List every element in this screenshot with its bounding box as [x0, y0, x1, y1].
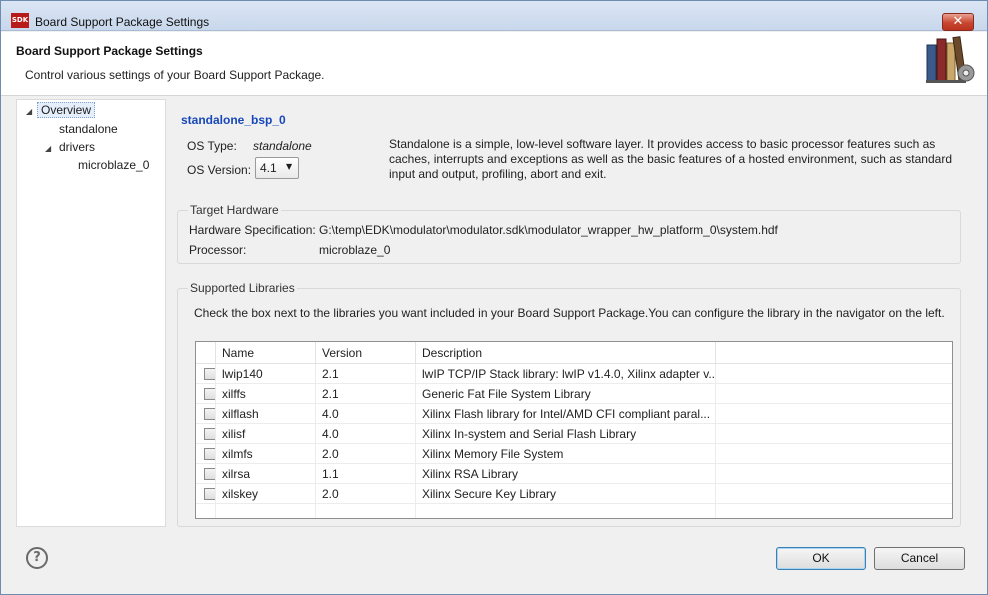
- title-bar: SDK Board Support Package Settings ✕: [1, 1, 987, 31]
- library-extra: [716, 364, 952, 384]
- library-description: Xilinx Secure Key Library: [416, 484, 716, 504]
- os-description: Standalone is a simple, low-level softwa…: [389, 137, 952, 181]
- library-version: 2.1: [316, 364, 416, 384]
- checkbox-cell: [196, 444, 216, 464]
- library-extra: [716, 384, 952, 404]
- os-version-label: OS Version:: [187, 163, 252, 177]
- library-checkbox[interactable]: [204, 468, 215, 480]
- os-version-value: 4.1: [260, 161, 277, 175]
- table-row[interactable]: xilflash 4.0 Xilinx Flash library for Inte…: [196, 404, 952, 424]
- library-extra: [716, 484, 952, 504]
- library-checkbox[interactable]: [204, 408, 215, 420]
- ok-button[interactable]: OK: [776, 547, 866, 570]
- table-row[interactable]: xilffs 2.1 Generic Fat File System Library: [196, 384, 952, 404]
- libraries-instructions: Check the box next to the libraries you …: [194, 306, 945, 320]
- dialog-header: Board Support Package Settings Control v…: [1, 32, 987, 96]
- library-version: 2.0: [316, 444, 416, 464]
- supported-libraries-title: Supported Libraries: [188, 281, 297, 295]
- hardware-spec-label: Hardware Specification:: [189, 223, 316, 237]
- library-extra: [716, 444, 952, 464]
- library-name: xilffs: [216, 384, 316, 404]
- tree-item-label: Overview: [37, 102, 96, 118]
- dropdown-arrow-icon: ▼: [286, 162, 293, 171]
- column-header-name[interactable]: Name: [216, 342, 316, 364]
- table-row[interactable]: xilmfs 2.0 Xilinx Memory File System: [196, 444, 952, 464]
- tree-item-label: standalone: [59, 122, 118, 136]
- help-icon[interactable]: ?: [26, 547, 48, 569]
- tree-item-label: microblaze_0: [78, 158, 150, 172]
- column-header-empty: [716, 342, 952, 364]
- library-extra: [716, 464, 952, 484]
- expand-toggle-icon[interactable]: ◢: [26, 107, 32, 116]
- library-version: 4.0: [316, 424, 416, 444]
- tree-item-label: drivers: [59, 140, 96, 154]
- library-name: lwip140: [216, 364, 316, 384]
- library-checkbox[interactable]: [204, 428, 215, 440]
- library-version: 2.1: [316, 384, 416, 404]
- column-header-version[interactable]: Version: [316, 342, 416, 364]
- os-version-select[interactable]: 4.1 ▼: [255, 157, 299, 179]
- library-description: Xilinx Memory File System: [416, 444, 716, 464]
- checkbox-cell: [196, 384, 216, 404]
- tree-item-drivers[interactable]: drivers: [59, 140, 95, 154]
- library-description: Xilinx In-system and Serial Flash Librar…: [416, 424, 716, 444]
- header-description: Control various settings of your Board S…: [25, 68, 325, 82]
- libraries-table: Name Version Description lwip140 2.1 lwIP …: [195, 341, 953, 519]
- table-header: Name Version Description: [196, 342, 952, 364]
- checkbox-cell: [196, 364, 216, 384]
- library-name: xilrsa: [216, 464, 316, 484]
- table-row[interactable]: xilskey 2.0 Xilinx Secure Key Library: [196, 484, 952, 504]
- table-row[interactable]: xilisf 4.0 Xilinx In-system and Serial Fla…: [196, 424, 952, 444]
- library-version: 1.1: [316, 464, 416, 484]
- library-description: Generic Fat File System Library: [416, 384, 716, 404]
- library-name: xilflash: [216, 404, 316, 424]
- os-type-label: OS Type:: [187, 139, 237, 153]
- close-button[interactable]: ✕: [942, 13, 974, 31]
- processor-label: Processor:: [189, 243, 247, 257]
- bsp-name-heading: standalone_bsp_0: [181, 113, 286, 127]
- library-description: Xilinx Flash library for Intel/AMD CFI c…: [416, 404, 716, 424]
- processor-value: microblaze_0: [319, 243, 391, 257]
- library-extra: [716, 424, 952, 444]
- window-title: Board Support Package Settings: [35, 15, 210, 29]
- library-name: xilskey: [216, 484, 316, 504]
- library-version: 4.0: [316, 404, 416, 424]
- checkbox-cell: [196, 464, 216, 484]
- sdk-logo-icon: SDK: [11, 13, 29, 28]
- library-checkbox[interactable]: [204, 488, 215, 500]
- tree-item-overview[interactable]: Overview: [37, 102, 96, 118]
- tree-item-standalone[interactable]: standalone: [59, 122, 118, 136]
- header-title: Board Support Package Settings: [16, 44, 203, 58]
- tree-item-microblaze[interactable]: microblaze_0: [78, 158, 149, 172]
- navigator-tree: ◢ Overview standalone ◢ drivers microbla…: [16, 99, 166, 527]
- table-row[interactable]: lwip140 2.1 lwIP TCP/IP Stack library: lwI…: [196, 364, 952, 384]
- target-hardware-group: [177, 210, 961, 264]
- target-hardware-title: Target Hardware: [188, 203, 281, 217]
- library-name: xilisf: [216, 424, 316, 444]
- library-version: 2.0: [316, 484, 416, 504]
- table-row-empty: [196, 504, 952, 518]
- library-name: xilmfs: [216, 444, 316, 464]
- overview-panel: standalone_bsp_0 OS Type: standalone OS …: [167, 99, 977, 527]
- hardware-spec-value: G:\temp\EDK\modulator\modulator.sdk\modu…: [319, 223, 778, 237]
- os-type-value: standalone: [253, 139, 312, 153]
- table-row[interactable]: xilrsa 1.1 Xilinx RSA Library: [196, 464, 952, 484]
- library-description: Xilinx RSA Library: [416, 464, 716, 484]
- cancel-button[interactable]: Cancel: [874, 547, 965, 570]
- column-header-checkbox: [196, 342, 216, 364]
- expand-toggle-icon[interactable]: ◢: [45, 144, 51, 153]
- checkbox-cell: [196, 424, 216, 444]
- library-description: lwIP TCP/IP Stack library: lwIP v1.4.0, …: [416, 364, 716, 384]
- library-checkbox[interactable]: [204, 448, 215, 460]
- checkbox-cell: [196, 484, 216, 504]
- checkbox-cell: [196, 404, 216, 424]
- books-gear-icon: [926, 36, 975, 83]
- column-header-description[interactable]: Description: [416, 342, 716, 364]
- bsp-settings-dialog: SDK Board Support Package Settings ✕ Boa…: [0, 0, 988, 595]
- library-extra: [716, 404, 952, 424]
- library-checkbox[interactable]: [204, 368, 215, 380]
- library-checkbox[interactable]: [204, 388, 215, 400]
